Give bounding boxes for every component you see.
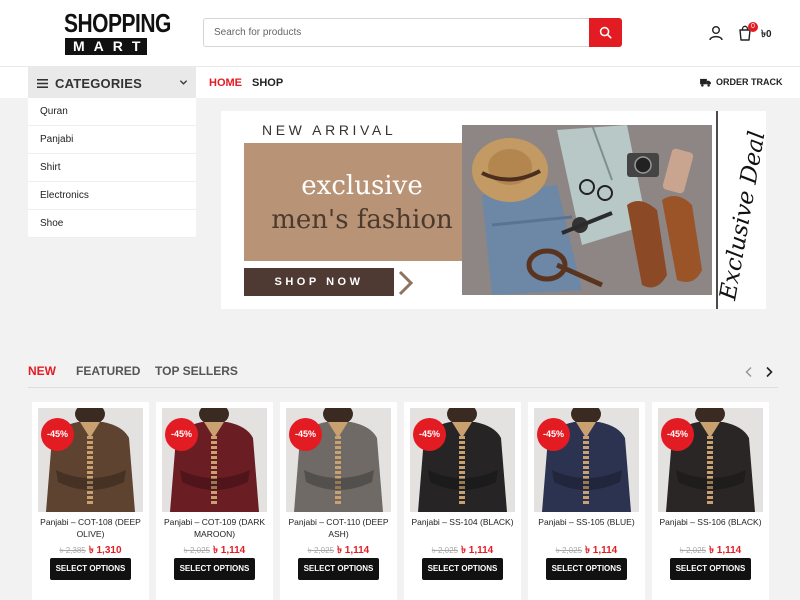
discount-badge: -45%	[413, 418, 446, 451]
product-name[interactable]: Panjabi – SS-105 (BLUE)	[530, 516, 643, 542]
product-card[interactable]: -45% Panjabi – SS-105 (BLUE) ৳ 2,025 ৳ 1,…	[528, 402, 645, 600]
category-item-panjabi[interactable]: Panjabi	[28, 126, 196, 154]
order-track-label: ORDER TRACK	[716, 77, 783, 87]
old-price: ৳ 2,025	[183, 546, 210, 555]
search-button[interactable]	[589, 18, 622, 47]
discount-badge: -45%	[289, 418, 322, 451]
chevron-left-icon[interactable]	[744, 366, 754, 378]
category-item-electronics[interactable]: Electronics	[28, 182, 196, 210]
search-input[interactable]	[204, 19, 590, 46]
hero-banner[interactable]: NEW ARRIVAL exclusive men's fashion SHOP…	[221, 111, 766, 309]
logo-text-top: SHOPPING	[64, 9, 171, 39]
category-item-shoe[interactable]: Shoe	[28, 210, 196, 238]
truck-icon	[700, 78, 711, 87]
category-item-quran[interactable]: Quran	[28, 98, 196, 126]
discount-badge: -45%	[165, 418, 198, 451]
svg-text:Exclusive Deal: Exclusive Deal	[715, 129, 766, 303]
banner-script-text: Exclusive Deal	[715, 111, 766, 309]
new-price: ৳ 1,310	[88, 545, 122, 556]
select-options-button[interactable]: SELECT OPTIONS	[298, 558, 379, 580]
product-name[interactable]: Panjabi – COT-108 (DEEP OLIVE)	[34, 516, 147, 542]
chevron-right-icon[interactable]	[764, 366, 774, 378]
old-price: ৳ 2,025	[431, 546, 458, 555]
tab-new[interactable]: NEW	[28, 364, 56, 378]
product-image[interactable]: -45%	[658, 408, 763, 512]
search-icon	[599, 26, 612, 39]
product-grid: -45% Panjabi – COT-108 (DEEP OLIVE) ৳ 2,…	[32, 402, 772, 600]
product-image[interactable]: -45%	[410, 408, 515, 512]
arrow-right-icon	[398, 270, 414, 296]
banner-new-arrival: NEW ARRIVAL	[262, 122, 397, 138]
nav-link-home[interactable]: HOME	[209, 77, 242, 89]
tab-top-sellers[interactable]: TOP SELLERS	[155, 364, 238, 378]
old-price: ৳ 2,025	[555, 546, 582, 555]
product-image[interactable]: -45%	[162, 408, 267, 512]
product-name[interactable]: Panjabi – COT-109 (DARK MAROON)	[158, 516, 271, 542]
cart-total[interactable]: ৳0	[761, 27, 772, 44]
select-options-button[interactable]: SELECT OPTIONS	[670, 558, 751, 580]
nav-link-shop[interactable]: SHOP	[252, 77, 283, 89]
search-bar	[203, 18, 622, 47]
product-name[interactable]: Panjabi – SS-104 (BLACK)	[406, 516, 519, 542]
select-options-button[interactable]: SELECT OPTIONS	[50, 558, 131, 580]
product-card[interactable]: -45% Panjabi – COT-109 (DARK MAROON) ৳ 2…	[156, 402, 273, 600]
category-list: Quran Panjabi Shirt Electronics Shoe	[28, 98, 196, 238]
product-card[interactable]: -45% Panjabi – SS-106 (BLACK) ৳ 2,025 ৳ 1…	[652, 402, 769, 600]
discount-badge: -45%	[41, 418, 74, 451]
banner-shop-now-button[interactable]: SHOP NOW	[244, 268, 394, 296]
discount-badge: -45%	[537, 418, 570, 451]
order-track-link[interactable]: ORDER TRACK	[700, 77, 783, 87]
chevron-down-icon	[179, 80, 188, 85]
user-icon[interactable]	[708, 25, 724, 41]
categories-toggle[interactable]: CATEGORIES	[28, 67, 196, 99]
product-image[interactable]: -45%	[286, 408, 391, 512]
site-header: SHOPPING MART 0 ৳0	[0, 0, 800, 66]
new-price: ৳ 1,114	[585, 545, 618, 556]
banner-text-box: exclusive men's fashion	[244, 143, 480, 261]
fashion-flatlay-illustration	[462, 125, 712, 295]
banner-line-1: exclusive	[301, 171, 423, 201]
banner-fashion-image	[462, 125, 712, 295]
product-card[interactable]: -45% Panjabi – SS-104 (BLACK) ৳ 2,025 ৳ 1…	[404, 402, 521, 600]
product-card[interactable]: -45% Panjabi – COT-110 (DEEP ASH) ৳ 2,02…	[280, 402, 397, 600]
cart-count-badge: 0	[748, 22, 758, 32]
tab-featured[interactable]: FEATURED	[76, 364, 140, 378]
discount-badge: -45%	[661, 418, 694, 451]
old-price: ৳ 2,025	[679, 546, 706, 555]
category-item-shirt[interactable]: Shirt	[28, 154, 196, 182]
product-name[interactable]: Panjabi – COT-110 (DEEP ASH)	[282, 516, 395, 542]
banner-line-2: men's fashion	[271, 205, 453, 235]
product-tabs: NEW FEATURED TOP SELLERS	[28, 364, 778, 388]
new-price: ৳ 1,114	[213, 545, 246, 556]
categories-label: CATEGORIES	[55, 75, 142, 91]
select-options-button[interactable]: SELECT OPTIONS	[422, 558, 503, 580]
new-price: ৳ 1,114	[461, 545, 494, 556]
menu-icon	[37, 78, 48, 88]
product-name[interactable]: Panjabi – SS-106 (BLACK)	[654, 516, 767, 542]
old-price: ৳ 2,385	[59, 546, 86, 555]
logo-text-bottom: MART	[65, 38, 147, 55]
new-price: ৳ 1,114	[709, 545, 742, 556]
product-card[interactable]: -45% Panjabi – COT-108 (DEEP OLIVE) ৳ 2,…	[32, 402, 149, 600]
select-options-button[interactable]: SELECT OPTIONS	[174, 558, 255, 580]
product-image[interactable]: -45%	[534, 408, 639, 512]
product-image[interactable]: -45%	[38, 408, 143, 512]
shopping-mart-logo[interactable]: SHOPPING MART	[64, 9, 171, 55]
old-price: ৳ 2,025	[307, 546, 334, 555]
main-navbar: CATEGORIES HOME SHOP ORDER TRACK	[0, 66, 800, 99]
select-options-button[interactable]: SELECT OPTIONS	[546, 558, 627, 580]
new-price: ৳ 1,114	[337, 545, 370, 556]
